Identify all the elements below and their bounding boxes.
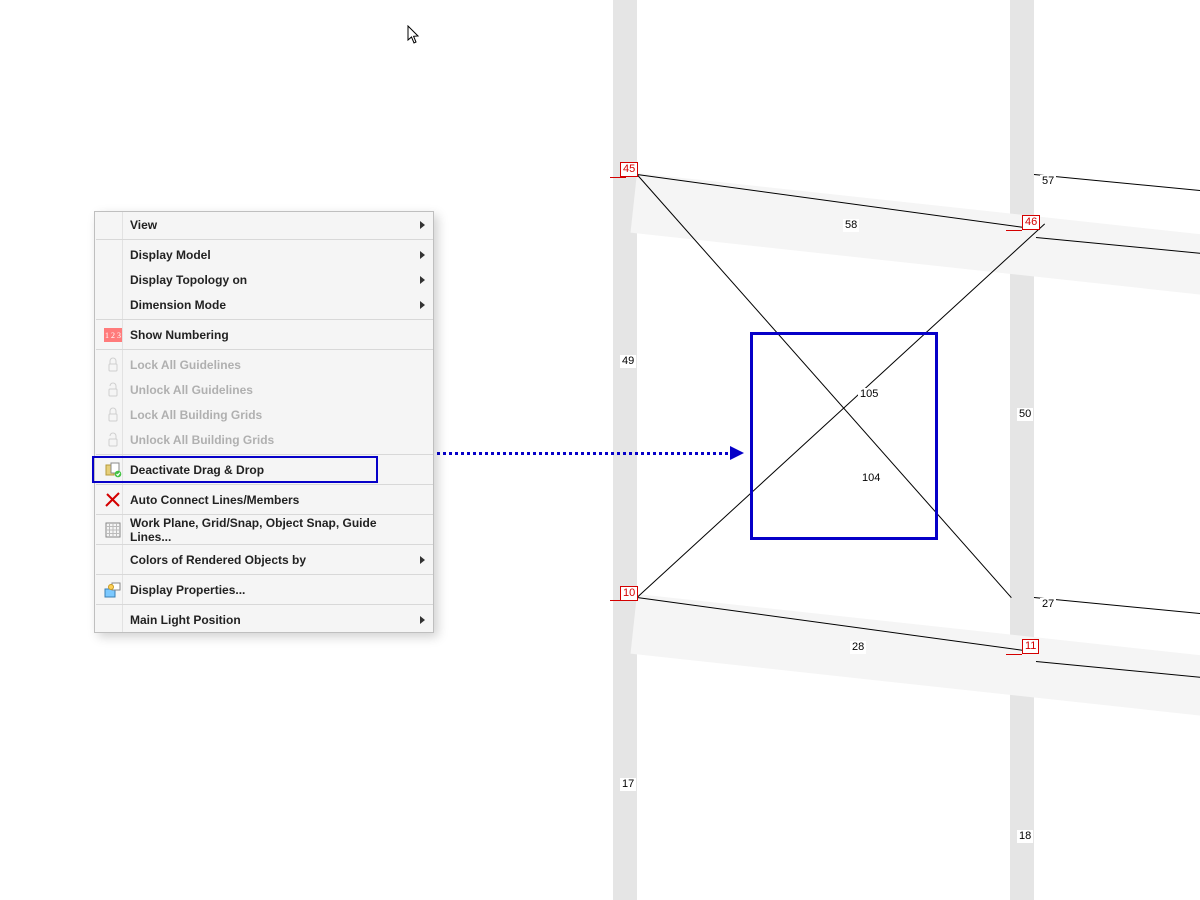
menu-item-display-model[interactable]: Display Model <box>96 242 433 267</box>
connect-icon <box>103 490 123 510</box>
chevron-right-icon <box>420 616 425 624</box>
lock-bg-icon <box>103 405 123 425</box>
node-label-46: 46 <box>1022 215 1040 230</box>
no-icon <box>103 550 123 570</box>
menu-item-unlock-all-guidelines: Unlock All Guidelines <box>96 377 433 402</box>
menu-separator <box>96 239 433 240</box>
menu-separator <box>96 604 433 605</box>
menu-item-label: Display Model <box>130 248 413 262</box>
menu-item-deactivate-drag-drop[interactable]: Deactivate Drag & Drop <box>96 457 433 482</box>
menu-separator <box>96 484 433 485</box>
context-menu[interactable]: View Display Model Display Topology on Dime… <box>94 211 434 633</box>
menu-item-main-light-position[interactable]: Main Light Position <box>96 607 433 632</box>
unlock-bg-icon <box>103 430 123 450</box>
menu-separator <box>96 349 433 350</box>
member-label-50: 50 <box>1017 408 1033 421</box>
member-label-18: 18 <box>1017 830 1033 843</box>
selection-highlight <box>750 332 938 540</box>
menu-item-label: View <box>130 218 413 232</box>
display-props-icon <box>103 580 123 600</box>
menu-item-work-plane-grid-snap-object-snap-guide-lines[interactable]: Work Plane, Grid/Snap, Object Snap, Guid… <box>96 517 433 542</box>
menu-item-show-numbering[interactable]: 1 2 3 Show Numbering <box>96 322 433 347</box>
menu-item-label: Work Plane, Grid/Snap, Object Snap, Guid… <box>130 516 413 544</box>
cursor-icon <box>407 25 421 45</box>
node-tick-11 <box>1006 654 1022 655</box>
member-57[interactable] <box>1034 174 1200 204</box>
menu-item-label: Auto Connect Lines/Members <box>130 493 413 507</box>
svg-text:1 2 3: 1 2 3 <box>105 331 121 340</box>
numbering-icon: 1 2 3 <box>103 325 123 345</box>
node-label-10: 10 <box>620 586 638 601</box>
menu-item-label: Main Light Position <box>130 613 413 627</box>
menu-separator <box>96 319 433 320</box>
menu-item-label: Unlock All Guidelines <box>130 383 413 397</box>
unlock-gl-icon <box>103 380 123 400</box>
top-beam-fill <box>631 173 1200 319</box>
chevron-right-icon <box>420 276 425 284</box>
menu-item-dimension-mode[interactable]: Dimension Mode <box>96 292 433 317</box>
deactivate-drag-icon <box>103 460 123 480</box>
lock-gl-icon <box>103 355 123 375</box>
member-label-49: 49 <box>620 355 636 368</box>
member-label-57: 57 <box>1040 175 1056 188</box>
column-left <box>613 0 637 900</box>
member-label-58: 58 <box>843 219 859 232</box>
no-icon <box>103 245 123 265</box>
node-tick-45 <box>610 177 626 178</box>
chevron-right-icon <box>420 251 425 259</box>
menu-item-view[interactable]: View <box>96 212 433 237</box>
member-label-28: 28 <box>850 641 866 654</box>
menu-item-colors-of-rendered-objects-by[interactable]: Colors of Rendered Objects by <box>96 547 433 572</box>
column-right <box>1010 0 1034 900</box>
no-icon <box>103 270 123 290</box>
grid-icon <box>103 520 123 540</box>
menu-item-display-topology-on[interactable]: Display Topology on <box>96 267 433 292</box>
member-label-105: 105 <box>858 388 880 401</box>
menu-item-label: Display Topology on <box>130 273 413 287</box>
menu-item-auto-connect-lines-members[interactable]: Auto Connect Lines/Members <box>96 487 433 512</box>
menu-item-display-properties[interactable]: Display Properties... <box>96 577 433 602</box>
no-icon <box>103 610 123 630</box>
member-27[interactable] <box>1034 597 1200 627</box>
menu-item-lock-all-guidelines: Lock All Guidelines <box>96 352 433 377</box>
no-icon <box>103 295 123 315</box>
menu-separator <box>96 574 433 575</box>
menu-item-label: Deactivate Drag & Drop <box>130 463 413 477</box>
node-label-45: 45 <box>620 162 638 177</box>
bottom-beam-fill <box>631 594 1200 740</box>
chevron-right-icon <box>420 301 425 309</box>
menu-item-label: Show Numbering <box>130 328 413 342</box>
annotation-arrow-head <box>730 446 744 460</box>
menu-item-label: Colors of Rendered Objects by <box>130 553 413 567</box>
menu-item-lock-all-building-grids: Lock All Building Grids <box>96 402 433 427</box>
node-label-11: 11 <box>1022 639 1039 654</box>
chevron-right-icon <box>420 221 425 229</box>
menu-item-label: Dimension Mode <box>130 298 413 312</box>
menu-item-label: Unlock All Building Grids <box>130 433 413 447</box>
chevron-right-icon <box>420 556 425 564</box>
menu-item-label: Lock All Building Grids <box>130 408 413 422</box>
member-label-104: 104 <box>860 472 882 485</box>
menu-separator <box>96 454 433 455</box>
node-tick-46 <box>1006 230 1022 231</box>
menu-item-label: Lock All Guidelines <box>130 358 413 372</box>
member-label-27: 27 <box>1040 598 1056 611</box>
member-label-17: 17 <box>620 778 636 791</box>
menu-separator <box>96 544 433 545</box>
no-icon <box>103 215 123 235</box>
menu-item-label: Display Properties... <box>130 583 413 597</box>
menu-item-unlock-all-building-grids: Unlock All Building Grids <box>96 427 433 452</box>
